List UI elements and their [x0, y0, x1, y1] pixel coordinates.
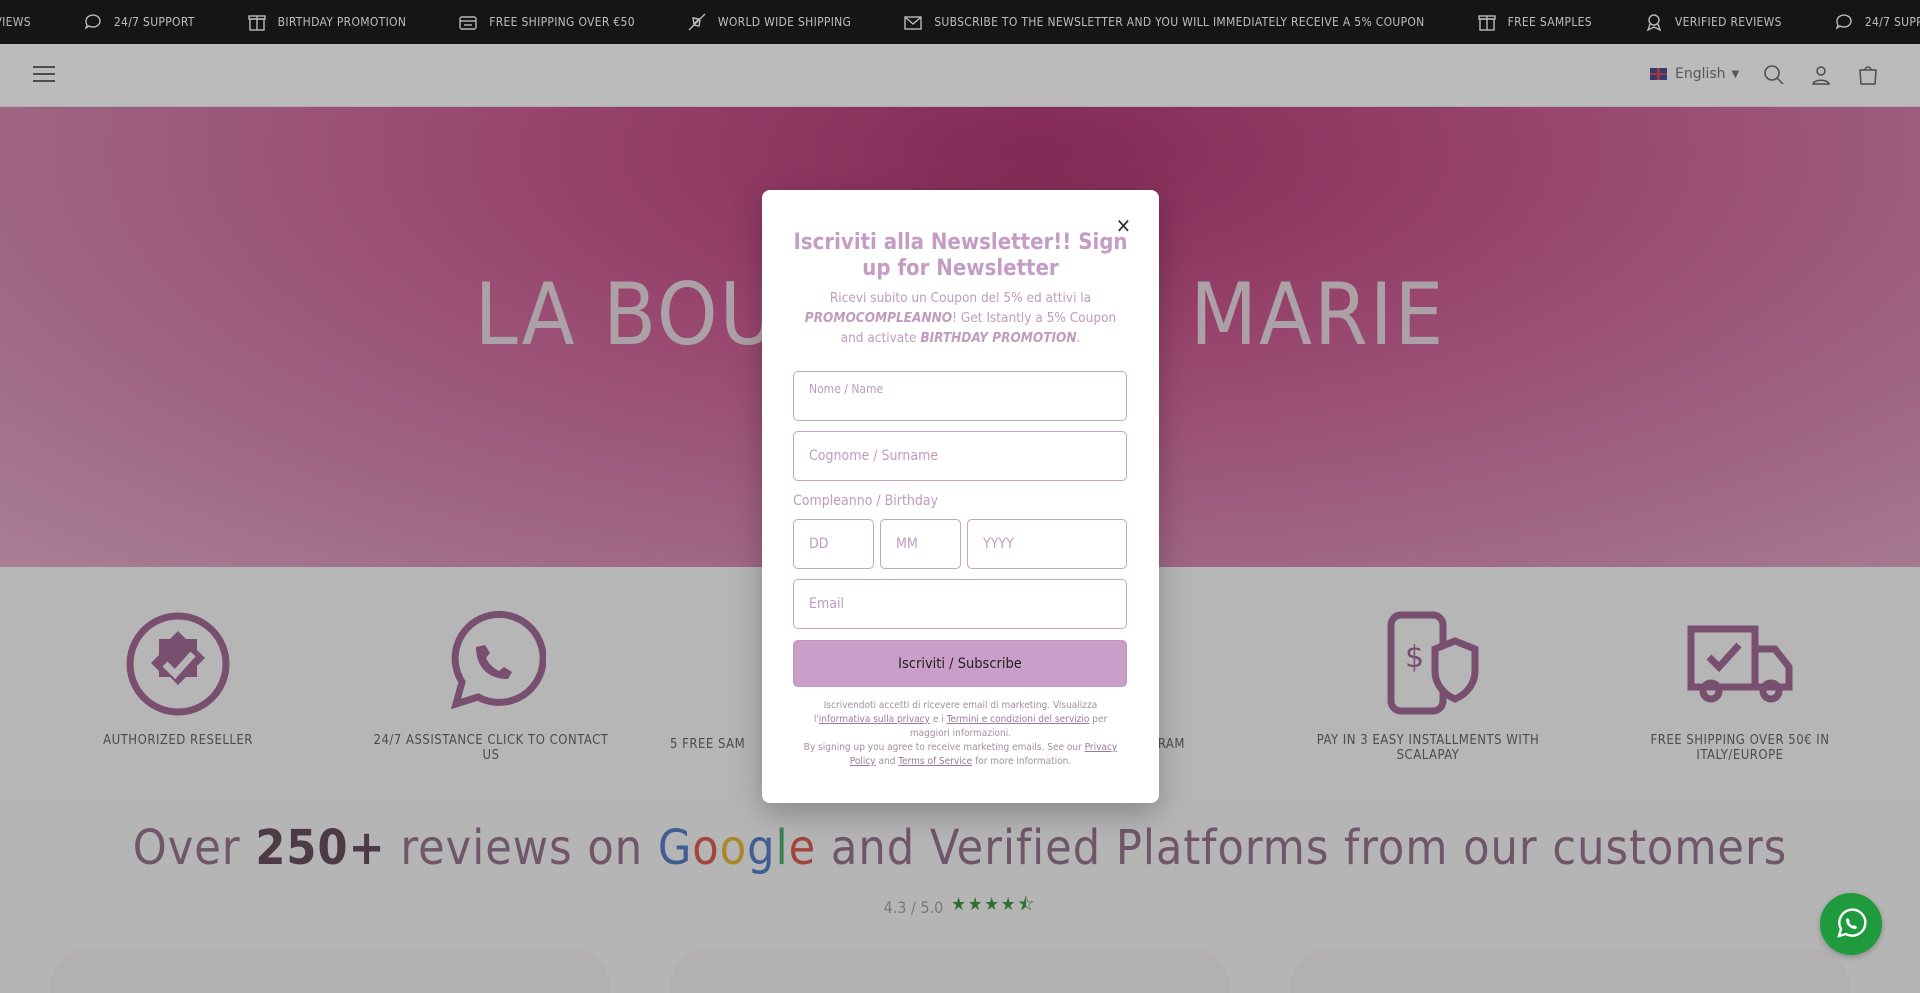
surname-field[interactable]: Cognome / Surname: [793, 431, 1127, 481]
email-field[interactable]: Email: [793, 579, 1127, 629]
promo-code: PROMOCOMPLEANNO: [804, 310, 953, 326]
modal-description: Ricevi subito un Coupon del 5% ed attivi…: [804, 290, 1117, 346]
modal-title: Iscriviti alla Newsletter!! Sign up for …: [793, 230, 1128, 281]
name-field-label: Nome / Name: [809, 382, 884, 396]
newsletter-modal: ✕ Iscriviti alla Newsletter!! Sign up fo…: [762, 190, 1159, 803]
birthday-year-field[interactable]: YYYY: [967, 519, 1127, 569]
birthday-promo: BIRTHDAY PROMOTION: [920, 330, 1077, 346]
whatsapp-chat-button[interactable]: [1820, 893, 1882, 955]
whatsapp-icon: [1837, 908, 1867, 938]
terms-of-service-link[interactable]: Terms of Service: [898, 756, 972, 767]
name-field[interactable]: Nome / Name: [793, 371, 1127, 421]
birthday-label: Compleanno / Birthday: [793, 493, 939, 509]
privacy-policy-link-it[interactable]: informativa sulla privacy: [819, 714, 930, 725]
terms-link-it[interactable]: Termini e condizioni del servizio: [947, 714, 1090, 725]
birthday-day-field[interactable]: DD: [793, 519, 874, 569]
subscribe-button[interactable]: Iscriviti / Subscribe: [793, 640, 1127, 687]
email-placeholder: Email: [809, 596, 844, 612]
legal-text: Iscrivendoti accetti di ricevere email d…: [803, 700, 1118, 767]
surname-placeholder: Cognome / Surname: [809, 448, 939, 464]
birthday-month-field[interactable]: MM: [880, 519, 961, 569]
